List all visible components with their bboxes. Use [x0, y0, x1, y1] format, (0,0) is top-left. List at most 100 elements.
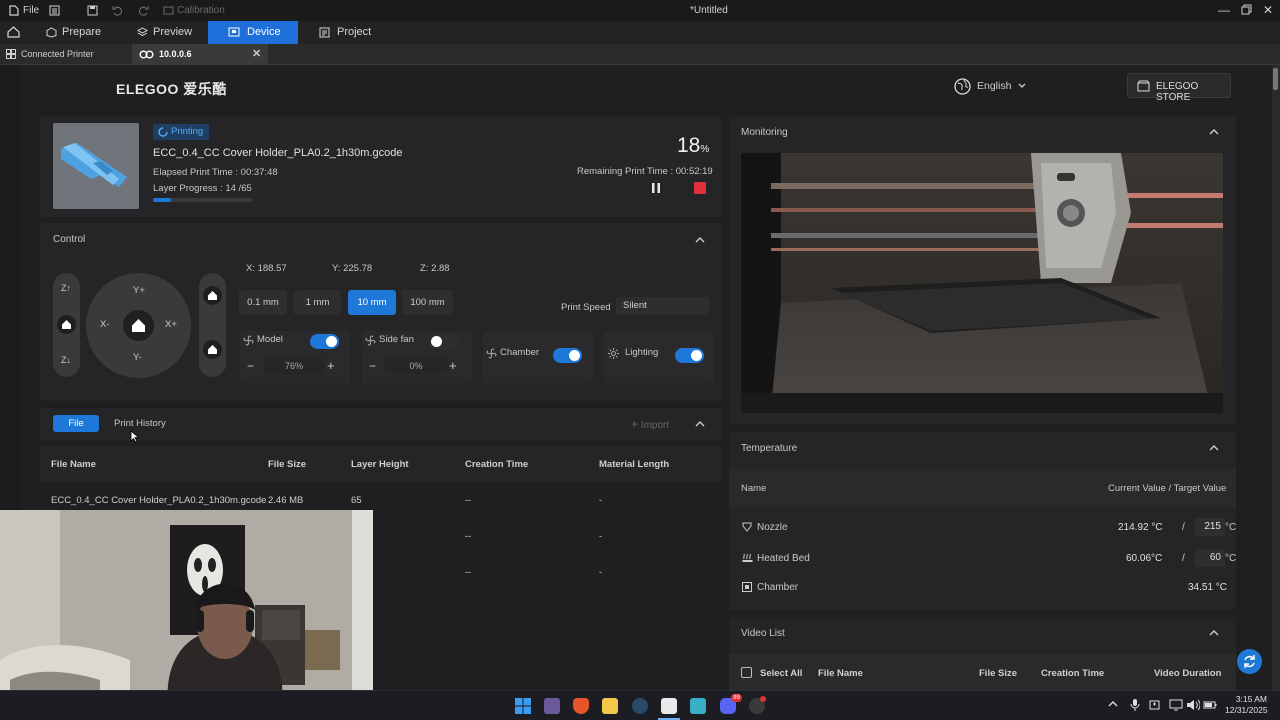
home-z-button[interactable]: [203, 340, 222, 359]
chamber-fan-toggle[interactable]: [553, 348, 582, 363]
side-fan-value[interactable]: 0%: [385, 358, 447, 374]
nozzle-label: Nozzle: [757, 522, 788, 533]
page-scrollbar-thumb[interactable]: [1273, 68, 1278, 90]
y-plus-button[interactable]: Y+: [133, 285, 145, 296]
close-tab-icon[interactable]: ✕: [252, 44, 261, 65]
step-0-1mm-button[interactable]: 0.1 mm: [239, 290, 287, 315]
step-1mm-button[interactable]: 1 mm: [294, 290, 341, 315]
device-ip-tab[interactable]: 10.0.0.6 ✕: [132, 44, 268, 65]
tab-prepare[interactable]: Prepare: [40, 21, 112, 44]
x-minus-button[interactable]: X-: [100, 319, 110, 330]
camera-image: [741, 153, 1223, 413]
tab-project[interactable]: Project: [313, 21, 393, 44]
page-scrollbar[interactable]: [1272, 65, 1280, 690]
brave-browser-icon[interactable]: [573, 698, 589, 714]
step-10mm-button[interactable]: 10 mm: [348, 290, 396, 315]
store-button[interactable]: ELEGOO STORE: [1127, 73, 1231, 103]
lighting-toggle[interactable]: [675, 348, 704, 363]
collapse-monitoring-icon[interactable]: [1209, 129, 1219, 135]
steam-icon[interactable]: [632, 698, 648, 714]
collapse-video-list-icon[interactable]: [1209, 630, 1219, 636]
model-fan-value[interactable]: 76%: [263, 358, 325, 374]
side-fan-toggle[interactable]: [429, 334, 458, 349]
minimize-icon[interactable]: —: [1217, 3, 1231, 17]
import-label: Import: [640, 420, 670, 431]
redo-icon[interactable]: [138, 5, 149, 16]
x-plus-button[interactable]: X+: [165, 319, 177, 330]
camera-feed[interactable]: [741, 153, 1223, 413]
snipping-tool-icon[interactable]: [544, 698, 560, 714]
plus-icon: +: [631, 417, 639, 431]
battery-icon[interactable]: [1203, 699, 1217, 711]
y-minus-button[interactable]: Y-: [133, 352, 142, 363]
import-button[interactable]: + Import: [631, 417, 669, 431]
z-up-button[interactable]: Z↑: [61, 283, 71, 293]
model-fan-increase-button[interactable]: +: [327, 358, 335, 373]
windows-start-icon[interactable]: [515, 698, 531, 714]
meet-now-icon[interactable]: [1149, 699, 1162, 711]
col-creation-time: Creation Time: [465, 459, 529, 470]
tab-device[interactable]: Device: [208, 21, 298, 44]
row-creation-time: --: [465, 567, 472, 578]
home-icon[interactable]: [7, 26, 20, 38]
home-axis-pad: [199, 273, 226, 377]
calibration-menu[interactable]: Calibration: [177, 5, 225, 16]
xy-home-button[interactable]: [123, 310, 154, 341]
collapse-temperature-icon[interactable]: [1209, 445, 1219, 451]
toggle-knob: [431, 336, 442, 347]
xy-axis-pad: Y+ Y- X- X+: [86, 273, 191, 378]
model-fan-decrease-button[interactable]: −: [247, 359, 254, 373]
menu-icon[interactable]: [49, 5, 60, 16]
nozzle-target-input[interactable]: 215: [1195, 518, 1225, 536]
print-speed-select[interactable]: Silent: [616, 297, 709, 315]
file-icon[interactable]: [9, 5, 19, 16]
collapse-control-icon[interactable]: [695, 237, 705, 243]
notepad-icon[interactable]: [690, 698, 706, 714]
pause-icon[interactable]: [651, 182, 661, 194]
globe-icon[interactable]: [954, 78, 971, 95]
tab-preview-label: Preview: [153, 26, 193, 38]
file-explorer-icon[interactable]: [602, 698, 618, 714]
recording-dot: [760, 696, 766, 702]
monitoring-panel: Monitoring: [729, 116, 1236, 424]
model-fan-label: Model: [257, 334, 283, 345]
file-menu[interactable]: File: [23, 5, 39, 16]
maximize-icon[interactable]: [1239, 3, 1253, 17]
side-fan-increase-button[interactable]: +: [449, 358, 457, 373]
layer-value: 14 /65: [225, 183, 252, 194]
volume-icon[interactable]: [1186, 699, 1200, 711]
microphone-icon[interactable]: [1130, 698, 1140, 712]
z-home-button[interactable]: [57, 315, 76, 334]
heated-bed-target-unit: °C: [1225, 553, 1237, 564]
refresh-button[interactable]: [1237, 649, 1262, 674]
select-all-checkbox[interactable]: [741, 667, 752, 678]
close-window-icon[interactable]: ✕: [1261, 3, 1275, 17]
calibration-icon[interactable]: [163, 5, 174, 16]
stop-icon[interactable]: [694, 182, 706, 194]
chevron-up-icon[interactable]: [1108, 700, 1118, 707]
home-xy-button[interactable]: [203, 286, 222, 305]
network-icon[interactable]: [1169, 699, 1183, 711]
taskbar-clock[interactable]: 3:15 AM 12/31/2025: [1225, 694, 1268, 716]
file-tab[interactable]: File: [53, 415, 99, 432]
temperature-title: Temperature: [741, 443, 798, 454]
step-100mm-button[interactable]: 100 mm: [402, 290, 453, 315]
device-icon: [228, 27, 240, 38]
side-fan-decrease-button[interactable]: −: [369, 359, 376, 373]
nozzle-current: 214.92 °C: [1118, 522, 1163, 533]
heated-bed-target-input[interactable]: 60: [1195, 549, 1225, 567]
collapse-files-icon[interactable]: [695, 421, 705, 427]
model-fan-toggle[interactable]: [310, 334, 339, 349]
print-history-tab[interactable]: Print History: [114, 418, 166, 429]
undo-icon[interactable]: [112, 5, 123, 16]
row-file-name: ECC_0.4_CC Cover Holder_PLA0.2_1h30m.gco…: [51, 495, 267, 506]
elegoo-slicer-icon[interactable]: [661, 698, 677, 714]
tab-preview[interactable]: Preview: [131, 21, 205, 44]
save-icon[interactable]: [87, 5, 98, 16]
store-icon: [1137, 80, 1150, 92]
language-select[interactable]: English: [977, 80, 1026, 92]
discord-badge: 99: [731, 694, 742, 702]
percent-value: 18: [677, 134, 701, 157]
connected-printer-tab[interactable]: Connected Printer: [21, 44, 94, 65]
z-down-button[interactable]: Z↓: [61, 355, 71, 365]
